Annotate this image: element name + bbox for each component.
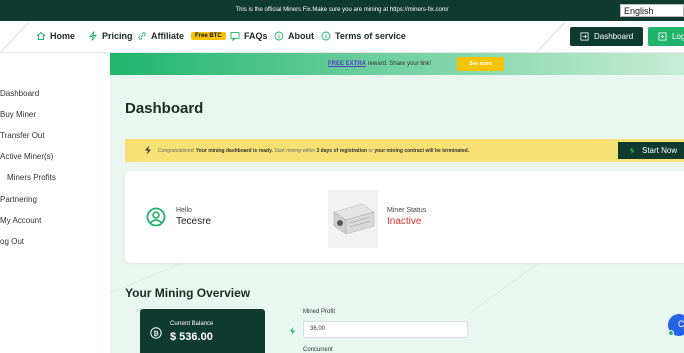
nav-terms[interactable]: Terms of service [321,31,406,41]
main-nav: Home Pricing Affiliate Free BTC FAQs Abo… [0,21,684,53]
free-extra-link[interactable]: FREE EXTRA [328,61,366,67]
nav-terms-label: Terms of service [335,31,406,41]
login-button[interactable]: Log [648,27,684,46]
sidebar-item-partnering[interactable]: Partnering [0,195,37,204]
bolt-icon [89,31,97,41]
page-title: Dashboard [125,100,204,117]
congrats-banner: Congratulations! Your mining dashboard i… [125,139,684,162]
bolt-icon [289,326,296,336]
link-icon [138,32,146,40]
nav-pricing[interactable]: Pricing [88,31,133,41]
sidebar-item-transfer-out[interactable]: Transfer Out [0,131,45,140]
login-button-label: Log [672,32,684,41]
promo-text-body: reward. Share your link! [366,61,432,67]
miner-status-value: Inactive [387,216,422,227]
current-balance-card: ₿ Current Balance $ 536.00 [140,309,265,353]
online-status-dot [668,330,674,336]
miner-status-label: Miner Status [387,207,427,214]
chat-icon [230,32,240,41]
nav-divider-decoration [536,21,566,52]
login-arrow-icon [580,32,589,41]
mined-profit-label: Mined Profit [303,309,336,315]
nav-decoration [0,21,30,52]
info-icon [274,31,284,41]
current-balance-value: $ 536.00 [170,331,213,343]
home-icon [36,31,46,40]
promo-banner: FREE EXTRA reward. Share your link! See … [110,53,684,75]
nav-home-label: Home [50,31,76,41]
hello-label: Hello [176,207,192,214]
plus-square-icon [658,32,667,41]
status-card: Hello Tecesre Miner Status Inactive [125,171,684,263]
sidebar-item-logout[interactable]: og Out [0,237,24,246]
chat-widget-label: C [678,319,684,329]
congrats-bold-2: 3 days of registration [316,148,368,154]
promo-text: FREE EXTRA reward. Share your link! [328,61,431,67]
congrats-bold-1: Your mining dashboard is ready. [195,148,273,154]
mining-overview-title: Your Mining Overview [125,286,251,300]
nav-faqs[interactable]: FAQs [230,31,268,41]
username: Tecesre [176,216,212,227]
bolt-icon [145,145,151,155]
free-btc-badge: Free BTC [191,32,226,40]
language-select[interactable]: English [620,4,684,17]
congrats-text: Congratulations! Your mining dashboard i… [158,148,469,154]
concurrent-label: Concurrent [303,347,333,353]
dashboard-button-label: Dashboard [594,32,634,41]
info-icon [321,31,331,41]
dashboard-button[interactable]: Dashboard [570,27,644,46]
nav-affiliate-label: Affiliate [151,31,185,41]
sidebar-item-my-account[interactable]: My Account [0,216,41,225]
congrats-prefix: Congratulations! [158,148,196,154]
see-more-button[interactable]: See more [457,57,504,71]
sidebar-item-buy-miner[interactable]: Buy Miner [0,110,36,119]
nav-pricing-label: Pricing [102,31,133,41]
chat-widget-button[interactable]: C [668,314,684,336]
start-now-button[interactable]: Start Now [618,142,684,159]
mined-profit-field: 36.00 [303,321,468,338]
sidebar-item-miners-profits[interactable]: Miners Profits [7,173,56,182]
sidebar-item-dashboard[interactable]: Dashboard [0,89,39,98]
miner-device-image [328,190,378,248]
user-circle-icon [146,207,166,227]
start-now-label: Start Now [642,146,678,155]
nav-home[interactable]: Home [36,31,75,41]
bolt-icon [629,146,635,155]
current-balance-label: Current Balance [170,321,214,327]
congrats-middle: Start mining within [272,148,317,154]
bitcoin-icon: ₿ [150,327,162,339]
main-content: FREE EXTRA reward. Share your link! See … [110,53,684,353]
congrats-bold-3: your mining contract will be terminated. [374,148,470,154]
nav-about-label: About [288,31,314,41]
sidebar-item-active-miners[interactable]: Active Miner(s) [0,152,53,161]
top-notice-bar: This is the official Miners Fix.Make sur… [0,0,684,21]
nav-affiliate[interactable]: Affiliate Free BTC [137,31,226,41]
sidebar: Dashboard Buy Miner Transfer Out Active … [0,53,110,353]
official-site-notice: This is the official Miners Fix.Make sur… [235,7,449,13]
svg-text:₿: ₿ [153,329,158,337]
nav-faqs-label: FAQs [244,31,268,41]
nav-about[interactable]: About [274,31,314,41]
